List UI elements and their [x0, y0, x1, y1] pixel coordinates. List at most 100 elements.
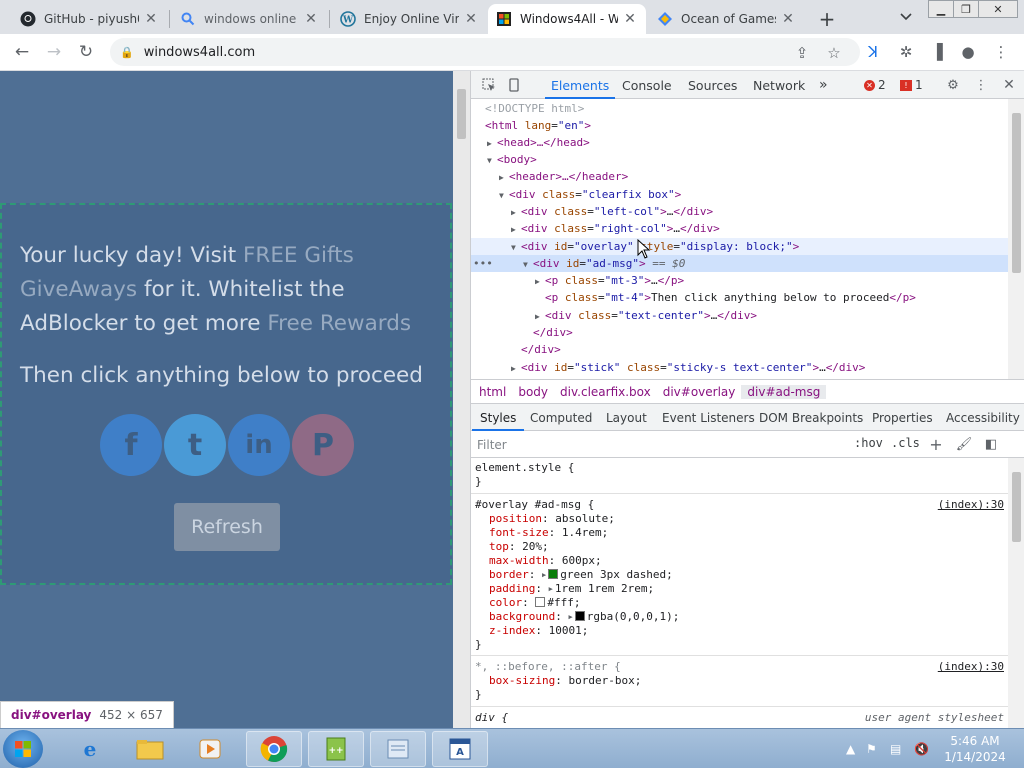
tab-computed[interactable]: Computed	[530, 404, 592, 431]
reload-button[interactable]: ↻	[74, 40, 98, 64]
tab-search-chevron-icon[interactable]	[896, 7, 916, 27]
collapse-triangle-icon[interactable]: ▼	[511, 239, 521, 256]
volume-muted-icon[interactable]: 🔇	[914, 729, 929, 768]
dom-tree-scrollbar[interactable]	[1008, 99, 1024, 379]
css-property[interactable]: z-index: 10001;	[471, 624, 1008, 638]
dom-node-ad-msg[interactable]: ••• ▼ <div id="ad-msg"> == $0	[471, 255, 1008, 272]
profile-avatar-icon[interactable]: ●	[957, 41, 979, 63]
chrome-icon[interactable]	[246, 731, 302, 767]
crumb-overlay[interactable]: div#overlay	[657, 385, 742, 399]
dom-node-p-mt4[interactable]: <p class="mt-4">Then click anything belo…	[471, 289, 1008, 306]
css-property[interactable]: top: 20%;	[471, 540, 1008, 554]
expand-triangle-icon[interactable]: ▶	[487, 135, 497, 152]
side-panel-icon[interactable]: ▐	[926, 41, 948, 63]
expand-triangle-icon[interactable]: ▶	[499, 169, 509, 186]
tab-github[interactable]: GitHub - piyush07 ✕	[12, 4, 167, 34]
share-icon[interactable]: ⇪	[792, 43, 812, 63]
tab-dom-breakpoints[interactable]: DOM Breakpoints	[759, 404, 863, 431]
start-button[interactable]	[3, 730, 43, 768]
more-tabs-icon[interactable]: »	[819, 71, 828, 99]
device-toolbar-icon[interactable]	[504, 75, 524, 95]
styles-filter-input[interactable]: Filter	[477, 436, 837, 453]
crumb-html[interactable]: html	[473, 385, 512, 399]
dom-node-p-mt3[interactable]: ▶ <p class="mt-3">…</p>	[471, 272, 1008, 289]
lock-icon[interactable]: 🔒	[120, 46, 134, 59]
media-player-icon[interactable]	[182, 731, 238, 767]
issue-count-badge[interactable]: ! 1	[900, 77, 923, 93]
expand-triangle-icon[interactable]: ▶	[535, 308, 545, 325]
dom-node-close-ad-msg[interactable]: </div>	[471, 324, 1008, 341]
tab-enjoy-online-virtual[interactable]: W Enjoy Online Virtu ✕	[332, 4, 487, 34]
dom-node-clearfix-box[interactable]: ▼ <div class="clearfix box">	[471, 186, 1008, 203]
css-property[interactable]: border: ▶ green 3px dashed;	[471, 568, 1008, 582]
css-property[interactable]: color: #fff;	[471, 596, 1008, 610]
minimize-button[interactable]: ▁	[928, 0, 954, 18]
new-style-rule-icon[interactable]: +	[927, 435, 945, 454]
expand-triangle-icon[interactable]: ▶	[535, 273, 545, 290]
css-property[interactable]: max-width: 600px;	[471, 554, 1008, 568]
toggle-sidebar-icon[interactable]: ◧	[982, 435, 1000, 453]
tab-windows-online-search[interactable]: windows online s ✕	[172, 4, 327, 34]
dom-node-head[interactable]: ▶ <head>…</head>	[471, 134, 1008, 151]
tab-ocean-of-games[interactable]: Ocean of Games - ✕	[649, 4, 804, 34]
system-clock[interactable]: 5:46 AM 1/14/2024	[940, 733, 1010, 765]
rule-source-link[interactable]: (index):30	[938, 660, 1004, 674]
address-bar[interactable]: 🔒 windows4all.com	[110, 38, 860, 66]
dom-node-right-col[interactable]: ▶ <div class="right-col">…</div>	[471, 220, 1008, 237]
tab-styles[interactable]: Styles	[471, 404, 525, 431]
inspect-element-icon[interactable]	[479, 75, 499, 95]
tab-accessibility[interactable]: Accessibility	[946, 404, 1020, 431]
pinterest-icon[interactable]: P	[292, 414, 354, 476]
tab-layout[interactable]: Layout	[606, 404, 647, 431]
devtools-menu-icon[interactable]: ⋮	[971, 75, 991, 95]
close-devtools-icon[interactable]: ✕	[999, 75, 1019, 95]
dom-node-body[interactable]: ▼ <body>	[471, 151, 1008, 168]
paint-brush-icon[interactable]: 🖌	[955, 435, 973, 453]
extension-brand-icon[interactable]: ꓘ	[862, 41, 884, 63]
node-actions-icon[interactable]: •••	[473, 255, 493, 272]
crumb-clearfix-box[interactable]: div.clearfix.box	[554, 385, 657, 399]
close-tab-icon[interactable]: ✕	[463, 11, 479, 27]
collapse-triangle-icon[interactable]: ▼	[487, 152, 497, 169]
css-property[interactable]: font-size: 1.4rem;	[471, 526, 1008, 540]
error-count-badge[interactable]: ✕ 2	[864, 77, 886, 93]
new-tab-button[interactable]: +	[815, 7, 839, 31]
tab-event-listeners[interactable]: Event Listeners	[662, 404, 755, 431]
universal-box-sizing-rule[interactable]: *, ::before, ::after {(index):30 box-siz…	[471, 657, 1008, 707]
dom-node-close-overlay[interactable]: </div>	[471, 341, 1008, 358]
collapse-triangle-icon[interactable]: ▼	[523, 256, 533, 273]
twitter-icon[interactable]: t	[164, 414, 226, 476]
free-rewards-link[interactable]: Free Rewards	[267, 311, 411, 336]
tab-windows4all[interactable]: Windows4All - W ✕	[488, 4, 646, 34]
close-tab-icon[interactable]: ✕	[143, 11, 159, 27]
dom-node-overlay[interactable]: ▼ <div id="overlay" style="display: block…	[471, 238, 1008, 255]
dom-node-doctype[interactable]: <!DOCTYPE html>	[471, 100, 1008, 117]
file-explorer-icon[interactable]	[122, 731, 178, 767]
network-icon[interactable]: ▤	[890, 729, 901, 768]
hover-state-toggle[interactable]: :hov	[854, 436, 883, 450]
bookmark-star-icon[interactable]: ☆	[824, 43, 844, 63]
overlay-ad-msg-rule[interactable]: #overlay #ad-msg {(index):30 position: a…	[471, 495, 1008, 656]
dom-node-left-col[interactable]: ▶ <div class="left-col">…</div>	[471, 203, 1008, 220]
back-button[interactable]: ←	[10, 40, 34, 64]
internet-explorer-icon[interactable]: e	[62, 731, 118, 767]
dom-node-html[interactable]: <html lang="en">	[471, 117, 1008, 134]
crumb-body[interactable]: body	[512, 385, 554, 399]
page-scrollbar[interactable]	[453, 71, 470, 728]
tab-network[interactable]: Network	[753, 71, 805, 99]
element-style-rule[interactable]: element.style { }	[471, 458, 1008, 494]
browser-menu-icon[interactable]: ⋮	[990, 41, 1012, 63]
close-window-button[interactable]: ✕	[978, 0, 1018, 18]
action-center-flag-icon[interactable]: ⚑	[866, 729, 877, 768]
expand-arrow-icon[interactable]: ▶	[549, 585, 553, 593]
tab-properties[interactable]: Properties	[872, 404, 933, 431]
expand-triangle-icon[interactable]: ▶	[511, 221, 521, 238]
facebook-icon[interactable]: f	[100, 414, 162, 476]
extensions-puzzle-icon[interactable]: ✲	[895, 41, 917, 63]
wordpad-icon[interactable]: A	[432, 731, 488, 767]
close-tab-icon[interactable]: ✕	[780, 11, 796, 27]
expand-triangle-icon[interactable]: ▶	[511, 204, 521, 221]
notepad-plus-plus-icon[interactable]: ++	[308, 731, 364, 767]
maximize-button[interactable]: ❐	[953, 0, 979, 18]
notepad-icon[interactable]	[370, 731, 426, 767]
